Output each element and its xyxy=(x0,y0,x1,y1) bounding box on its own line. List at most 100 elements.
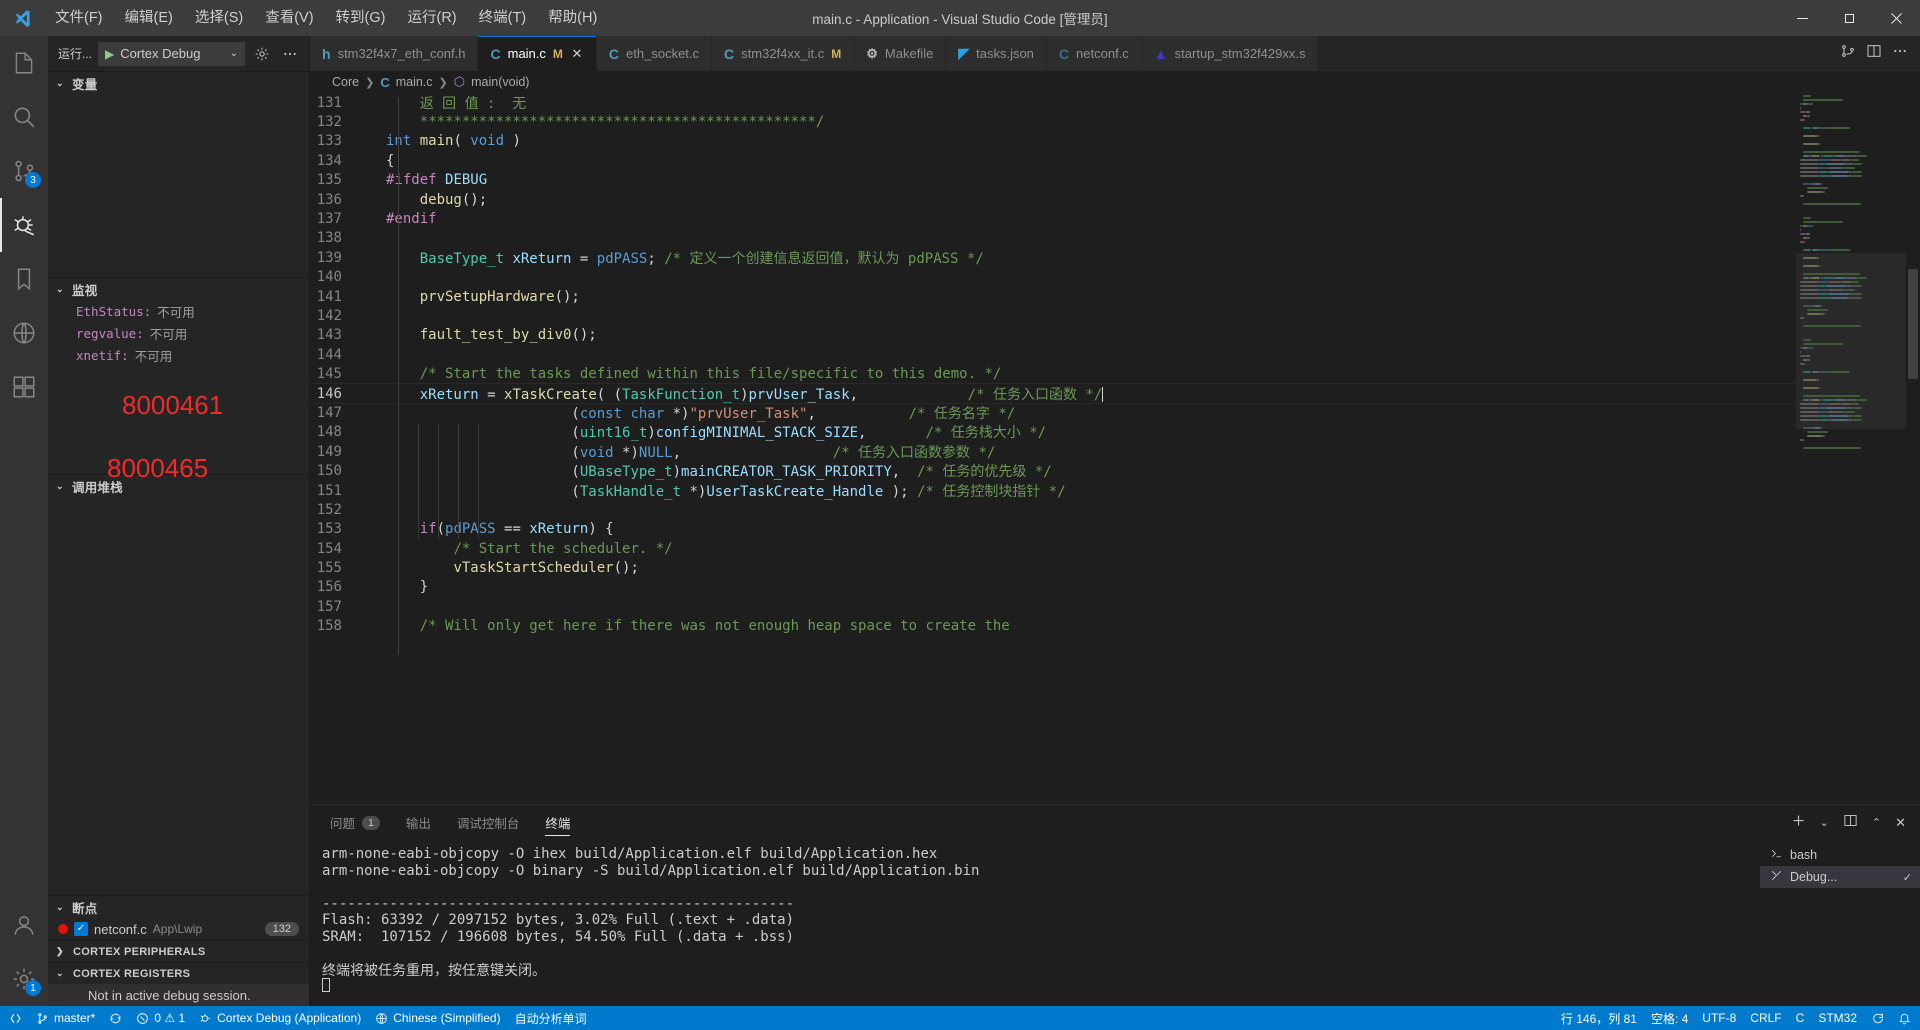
code-line[interactable]: 149 (void *)NULL, /* 任务入口函数参数 */ xyxy=(310,442,1796,461)
watch-item[interactable]: xnetif: 不可用 xyxy=(48,344,309,366)
status-debug-config[interactable]: Cortex Debug (Application) xyxy=(192,1006,368,1030)
play-icon[interactable]: ▶ xyxy=(105,47,114,61)
code-line[interactable]: 147 (const char *)"prvUser_Task", /* 任务名… xyxy=(310,403,1796,422)
code-line[interactable]: 155 vTaskStartScheduler(); xyxy=(310,558,1796,577)
code-line[interactable]: 131 返 回 值 : 无 xyxy=(310,93,1796,112)
breakpoint-checkbox[interactable]: ✓ xyxy=(74,922,88,936)
status-indentation[interactable]: 空格: 4 xyxy=(1644,1006,1695,1030)
account-icon[interactable] xyxy=(0,898,48,952)
code-line[interactable]: 153 if(pdPASS == xReturn) { xyxy=(310,520,1796,539)
tab-netconf-c[interactable]: C netconf.c xyxy=(1047,36,1142,71)
scrollbar-thumb[interactable] xyxy=(1908,269,1918,379)
breakpoints-list[interactable]: ✓ netconf.c App\Lwip 132 xyxy=(48,918,309,940)
chevron-down-icon[interactable]: ⌄ xyxy=(56,481,68,492)
code-lines[interactable]: 131 返 回 值 : 无132 ***********************… xyxy=(310,93,1796,804)
close-icon[interactable]: ✕ xyxy=(570,46,584,62)
status-word-analyzer[interactable]: 自动分析单词 xyxy=(508,1006,594,1030)
restore-icon[interactable] xyxy=(1826,0,1873,36)
tab-debug-console[interactable]: 调试控制台 xyxy=(457,805,520,840)
gear-icon[interactable] xyxy=(251,43,273,65)
debug-config-dropdown[interactable]: ▶ Cortex Debug ⌄ xyxy=(98,42,245,66)
code-line[interactable]: 143 fault_test_by_div0(); xyxy=(310,326,1796,345)
tab-problems[interactable]: 问题 1 xyxy=(330,805,380,840)
code-line[interactable]: 142 xyxy=(310,306,1796,325)
code-line[interactable]: 137#endif xyxy=(310,209,1796,228)
editor-scrollbar[interactable] xyxy=(1906,93,1920,804)
breadcrumb-item-folder[interactable]: Core xyxy=(332,75,359,89)
terminal-instance-debug[interactable]: Debug... ✓ xyxy=(1760,866,1920,888)
minimap[interactable] xyxy=(1796,93,1906,804)
code-line[interactable]: 132 ************************************… xyxy=(310,112,1796,131)
menu-run[interactable]: 运行(R) xyxy=(396,5,467,31)
code-line[interactable]: 134{ xyxy=(310,151,1796,170)
cortex-peripherals-header[interactable]: ❯ CORTEX PERIPHERALS xyxy=(48,940,309,962)
more-icon[interactable] xyxy=(1892,43,1908,64)
files-icon[interactable] xyxy=(0,36,48,90)
status-cursor-position[interactable]: 行 146，列 81 xyxy=(1554,1006,1644,1030)
cortex-registers-header[interactable]: ⌄ CORTEX REGISTERS xyxy=(48,962,309,984)
code-line[interactable]: 154 /* Start the scheduler. */ xyxy=(310,539,1796,558)
status-sync[interactable] xyxy=(102,1006,129,1030)
chevron-down-icon[interactable]: ⌄ xyxy=(56,902,68,913)
code-line[interactable]: 150 (UBaseType_t)mainCREATOR_TASK_PRIORI… xyxy=(310,461,1796,480)
code-line[interactable]: 140 xyxy=(310,268,1796,287)
terminal-output[interactable]: arm-none-eabi-objcopy -O ihex build/Appl… xyxy=(310,840,1760,1006)
split-editor-icon[interactable] xyxy=(1866,43,1882,64)
menu-file[interactable]: 文件(F) xyxy=(44,5,114,31)
breadcrumb-item-file[interactable]: main.c xyxy=(396,75,433,89)
status-eol[interactable]: CRLF xyxy=(1743,1006,1788,1030)
search-icon[interactable] xyxy=(0,90,48,144)
code-line[interactable]: 135#ifdef DEBUG xyxy=(310,171,1796,190)
code-line[interactable]: 138 xyxy=(310,229,1796,248)
menu-terminal[interactable]: 终端(T) xyxy=(468,5,538,31)
code-line[interactable]: 145 /* Start the tasks defined within th… xyxy=(310,364,1796,383)
code-line[interactable]: 156 } xyxy=(310,578,1796,597)
source-control-split-icon[interactable] xyxy=(1840,43,1856,64)
source-control-icon[interactable]: 3 xyxy=(0,144,48,198)
terminal-instance-bash[interactable]: bash xyxy=(1760,844,1920,866)
code-line[interactable]: 144 xyxy=(310,345,1796,364)
tab-makefile[interactable]: ⚙ Makefile xyxy=(854,36,946,71)
split-icon[interactable] xyxy=(1843,813,1858,833)
code-line[interactable]: 146 xReturn = xTaskCreate( (TaskFunction… xyxy=(310,384,1796,403)
tab-tasks-json[interactable]: ◤ tasks.json xyxy=(946,36,1047,71)
status-branch[interactable]: master* xyxy=(29,1006,102,1030)
chevron-up-icon[interactable]: ⌃ xyxy=(1872,816,1881,829)
menu-view[interactable]: 查看(V) xyxy=(254,5,324,31)
code-line[interactable]: 158 /* Will only get here if there was n… xyxy=(310,617,1796,636)
code-editor[interactable]: 131 返 回 值 : 无132 ***********************… xyxy=(310,93,1920,804)
code-line[interactable]: 152 xyxy=(310,500,1796,519)
chevron-down-icon[interactable]: ⌄ xyxy=(56,78,68,89)
status-remote-indicator[interactable] xyxy=(2,1006,29,1030)
variables-list[interactable] xyxy=(48,94,309,277)
tab-main-c[interactable]: C main.c M ✕ xyxy=(478,36,596,71)
code-line[interactable]: 139 BaseType_t xReturn = pdPASS; /* 定义一个… xyxy=(310,248,1796,267)
chevron-down-icon[interactable]: ⌄ xyxy=(230,48,238,59)
breakpoints-pane-header[interactable]: ⌄ 断点 xyxy=(48,896,309,918)
chevron-right-icon[interactable]: ❯ xyxy=(56,946,68,957)
tab-terminal[interactable]: 终端 xyxy=(545,805,570,840)
tab-stm32f4x7_eth_conf-h[interactable]: h stm32f4x7_eth_conf.h xyxy=(310,36,478,71)
code-line[interactable]: 151 (TaskHandle_t *)UserTaskCreate_Handl… xyxy=(310,481,1796,500)
watch-pane-header[interactable]: ⌄ 监视 xyxy=(48,278,309,300)
callstack-pane-header[interactable]: ⌄ 调用堆栈 xyxy=(48,475,309,497)
extensions-icon[interactable] xyxy=(0,360,48,414)
code-line[interactable]: 157 xyxy=(310,597,1796,616)
tab-stm32f4xx_it-c[interactable]: C stm32f4xx_it.c M xyxy=(712,36,854,71)
chevron-down-icon[interactable]: ⌄ xyxy=(56,968,68,979)
menu-go[interactable]: 转到(G) xyxy=(325,5,397,31)
menu-selection[interactable]: 选择(S) xyxy=(184,5,254,31)
close-icon[interactable] xyxy=(1873,0,1920,36)
callstack-list[interactable] xyxy=(48,497,309,895)
plus-icon[interactable] xyxy=(1791,813,1806,833)
status-encoding[interactable]: UTF-8 xyxy=(1695,1006,1743,1030)
bookmark-icon[interactable] xyxy=(0,252,48,306)
variables-pane-header[interactable]: ⌄ 变量 xyxy=(48,72,309,94)
code-line[interactable]: 141 prvSetupHardware(); xyxy=(310,287,1796,306)
status-bell-icon[interactable] xyxy=(1891,1006,1918,1030)
tab-output[interactable]: 输出 xyxy=(406,805,431,840)
tab-eth_socket-c[interactable]: C eth_socket.c xyxy=(597,36,712,71)
code-line[interactable]: 136 debug(); xyxy=(310,190,1796,209)
remote-icon[interactable] xyxy=(0,306,48,360)
breadcrumb-item-symbol[interactable]: main(void) xyxy=(471,75,529,89)
